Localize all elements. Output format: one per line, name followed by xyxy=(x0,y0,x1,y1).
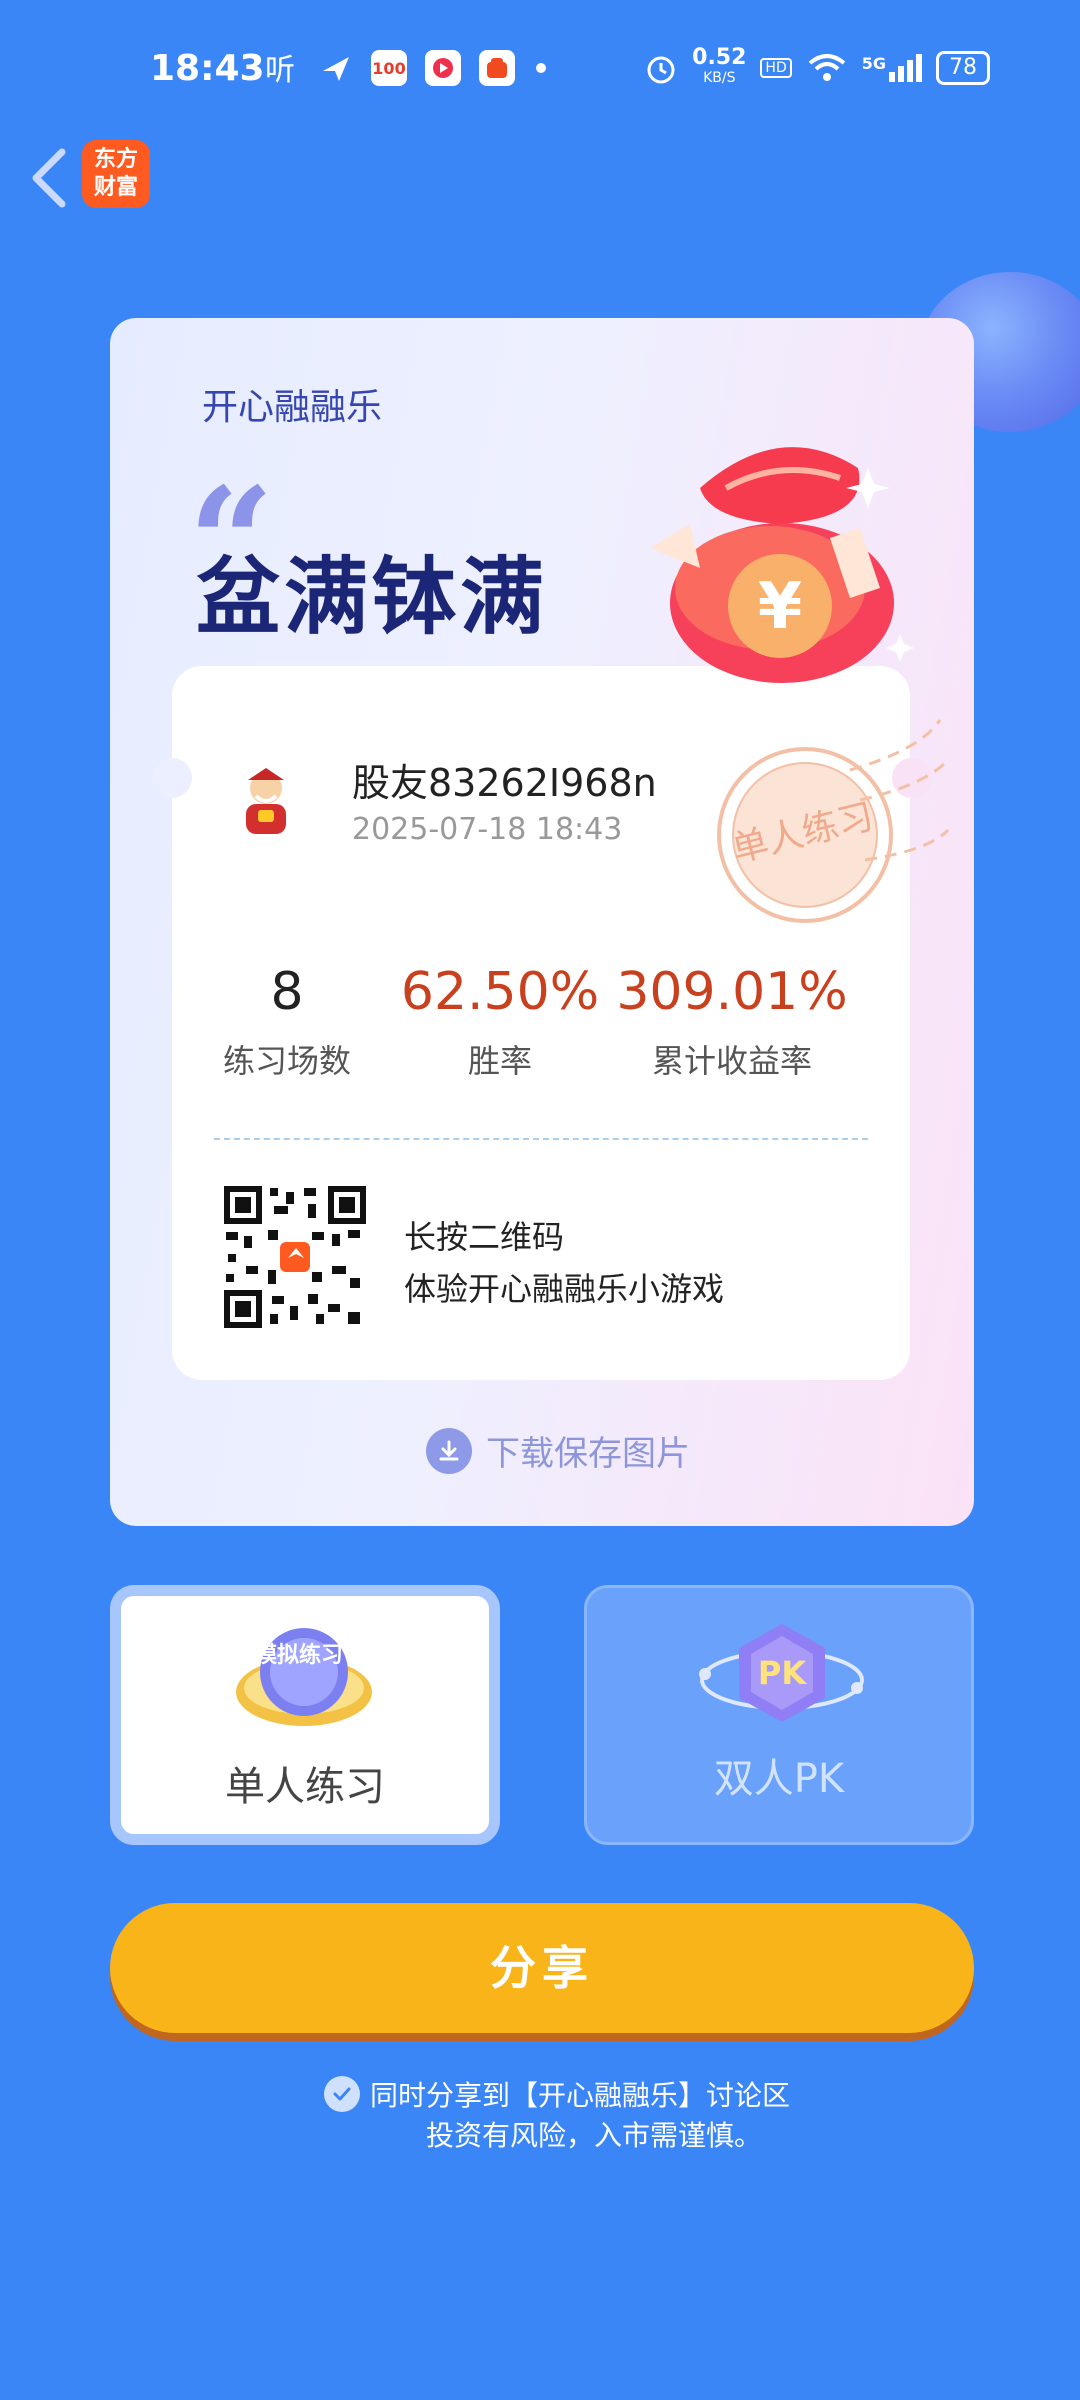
stat-return-value: 309.01% xyxy=(616,962,848,1022)
risk-notice: 投资有风险，入市需谨慎。 xyxy=(426,2119,763,2152)
practice-badge-icon xyxy=(236,1628,372,1726)
qr-hint-line1: 长按二维码 xyxy=(404,1218,565,1256)
dongfang-app-icon xyxy=(479,50,515,86)
clock: 18:43 xyxy=(150,48,265,89)
money-bag-icon: ¥ xyxy=(650,447,914,683)
mode-pk-label: 双人PK xyxy=(713,1756,845,1802)
share-to-forum-option[interactable]: 同时分享到【开心融融乐】讨论区 xyxy=(324,2074,790,2114)
practice-badge-text: 模拟练习 xyxy=(254,1643,343,1668)
stat-winrate-label: 胜率 xyxy=(467,1042,532,1080)
send-app-icon xyxy=(323,57,349,81)
network-speed: 0.52 KB/S xyxy=(692,45,747,87)
status-bar: 18:43 听 100 0.52 KB/S HD 5G 78 xyxy=(0,0,1080,140)
listen-app-icon: 听 xyxy=(265,53,295,86)
share-option-label: 同时分享到【开心融融乐】讨论区 xyxy=(370,2079,791,2112)
download-image-button[interactable]: 下载保存图片 xyxy=(426,1426,690,1475)
back-button[interactable] xyxy=(22,138,78,218)
ticket-notch-left xyxy=(152,758,192,798)
hd-icon: HD xyxy=(760,58,792,78)
svg-text:听: 听 xyxy=(265,53,295,86)
download-icon xyxy=(426,1427,472,1474)
share-button[interactable]: 分享 xyxy=(110,1903,974,2033)
avatar xyxy=(246,768,286,834)
user-name: 股友83262I968n xyxy=(352,761,657,805)
stat-rounds: 8 练习场数 xyxy=(222,962,352,1082)
notification-icons: 听 100 xyxy=(265,50,549,86)
signal-icon: 5G xyxy=(862,54,922,82)
system-icons: 0.52 KB/S HD 5G 78 xyxy=(644,45,990,88)
stat-winrate: 62.50% 胜率 xyxy=(400,962,600,1082)
more-dot-icon xyxy=(536,63,546,73)
card-brand: 开心融融乐 xyxy=(202,387,383,428)
stat-return: 309.01% 累计收益率 xyxy=(612,962,852,1082)
ticket-divider xyxy=(214,1138,868,1140)
app-logo: 东方 财富 xyxy=(82,140,150,208)
app-100-icon: 100 xyxy=(371,50,407,86)
stat-rounds-label: 练习场数 xyxy=(222,1042,351,1080)
video-app-icon xyxy=(425,50,461,86)
checkbox-checked-icon[interactable] xyxy=(324,2076,360,2112)
stat-winrate-value: 62.50% xyxy=(400,962,600,1022)
svg-text:¥: ¥ xyxy=(758,570,803,644)
wifi-icon xyxy=(808,54,846,81)
mode-pk[interactable]: PK 双人PK xyxy=(584,1585,974,1845)
qr-code[interactable] xyxy=(224,1186,366,1328)
pk-badge-text: PK xyxy=(757,1654,807,1692)
download-label: 下载保存图片 xyxy=(486,1434,690,1474)
headline: 盆满钵满 xyxy=(196,547,549,646)
timestamp: 2025-07-18 18:43 xyxy=(352,812,623,847)
mode-single-label: 单人练习 xyxy=(225,1764,385,1810)
stat-rounds-value: 8 xyxy=(270,962,304,1022)
mode-single-practice[interactable]: 模拟练习 单人练习 xyxy=(110,1585,500,1845)
alarm-icon xyxy=(647,56,675,84)
share-card: 开心融融乐 “ 盆满钵满 股友83262I968n 2025-07-18 18:… xyxy=(110,318,974,1526)
stat-return-label: 累计收益率 xyxy=(651,1042,812,1080)
qr-hint-line2: 体验开心融融乐小游戏 xyxy=(404,1270,725,1308)
battery-indicator: 78 xyxy=(936,51,990,85)
